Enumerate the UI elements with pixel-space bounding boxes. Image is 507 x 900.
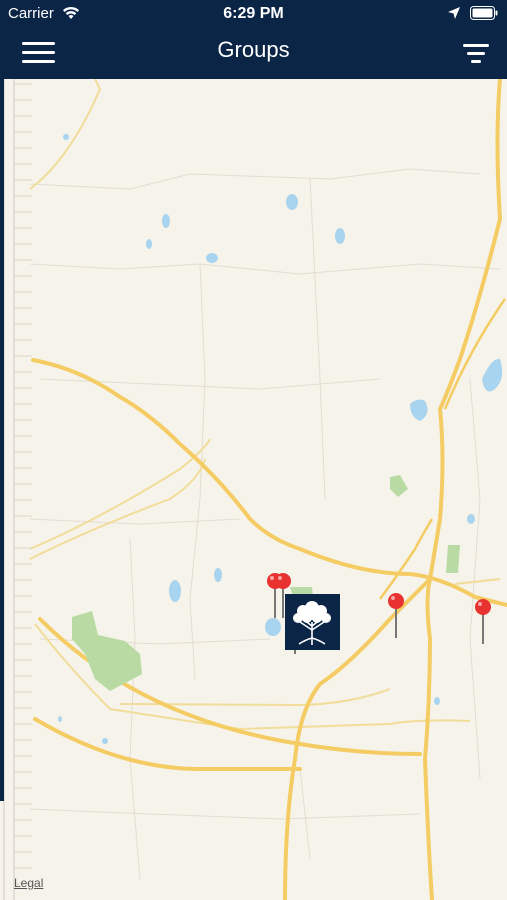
map-canvas[interactable] — [0, 79, 507, 900]
battery-icon — [470, 6, 498, 20]
group-pin-4[interactable] — [386, 592, 406, 642]
navigation-bar: Groups — [0, 28, 507, 79]
filter-button[interactable] — [460, 42, 490, 66]
filter-icon — [463, 44, 489, 47]
side-drawer-edge — [0, 79, 4, 801]
map-pin-icon — [388, 593, 404, 638]
page-title: Groups — [217, 37, 290, 62]
location-arrow-icon — [448, 7, 460, 19]
church-location-marker[interactable] — [285, 594, 340, 650]
map-view[interactable] — [0, 79, 507, 900]
menu-button[interactable] — [22, 42, 56, 68]
status-time: 6:29 PM — [223, 5, 284, 22]
hamburger-menu-icon — [22, 42, 55, 45]
church-tree-logo-icon — [293, 601, 331, 645]
group-pin-5[interactable] — [473, 598, 493, 648]
status-bar: Carrier 6:29 PM — [0, 0, 507, 28]
map-pin-icon — [475, 599, 491, 644]
legal-link[interactable]: Legal — [14, 876, 43, 890]
